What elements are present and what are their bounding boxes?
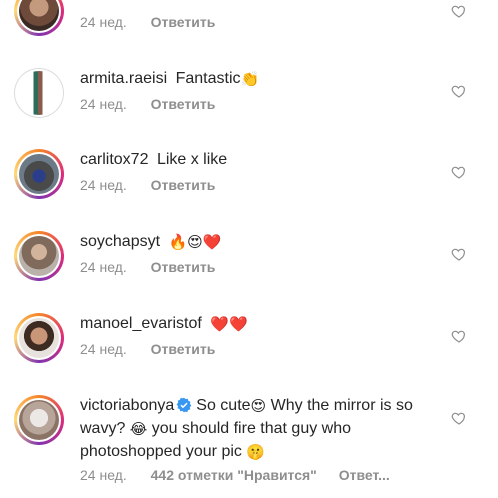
reply-button[interactable]: Ответить (151, 177, 216, 193)
comment-username[interactable]: victoriabonya (80, 397, 174, 414)
comment-text: manoel_evaristof ❤️❤️ (80, 313, 430, 336)
comment-time: 24 нед. (80, 177, 127, 193)
heart-outline-icon[interactable] (451, 164, 467, 180)
comment-meta: 24 нед. Ответить (80, 341, 215, 357)
comment-text: victoriabonya So cute😍 Why the mirror is … (80, 395, 430, 464)
comment-meta: 24 нед. Ответить (80, 96, 215, 112)
avatar[interactable] (14, 313, 64, 363)
comment-body: Fantastic (175, 70, 241, 87)
comment-time: 24 нед. (80, 259, 127, 275)
heart-outline-icon[interactable] (451, 328, 467, 344)
avatar[interactable] (14, 149, 64, 199)
comment-username[interactable]: armita.raeisi (80, 70, 167, 87)
comment-username[interactable]: soychapsyt (80, 233, 160, 250)
heart-outline-icon[interactable] (451, 3, 467, 19)
heart-outline-icon[interactable] (451, 83, 467, 99)
avatar[interactable] (14, 0, 64, 36)
avatar[interactable] (14, 68, 64, 118)
comment-text: carlitox72 Like x like (80, 149, 430, 171)
comment-meta: 24 нед. Ответить (80, 259, 215, 275)
comment-body-part: So cute (196, 397, 251, 414)
likes-count[interactable]: 442 отметки "Нравится" (151, 467, 317, 483)
heart-outline-icon[interactable] (451, 410, 467, 426)
reply-button[interactable]: Ответить (151, 14, 216, 30)
comment-time: 24 нед. (80, 467, 127, 483)
comment-username-partial[interactable] (80, 0, 160, 5)
comment-meta: 24 нед. 442 отметки "Нравится" Ответ... (80, 467, 390, 483)
comment-text: armita.raeisi Fantastic👏 (80, 68, 430, 91)
comment-meta: 24 нед. Ответить (80, 14, 215, 30)
comment-username[interactable]: manoel_evaristof (80, 315, 202, 332)
avatar[interactable] (14, 231, 64, 281)
comment-username[interactable]: carlitox72 (80, 151, 148, 168)
fire-heart-eyes-heart-emoji: 🔥😍❤️ (168, 234, 222, 251)
reply-button[interactable]: Ответ... (339, 467, 390, 483)
laughing-emoji: 😂 (129, 421, 148, 438)
avatar[interactable] (14, 395, 64, 445)
comment-time: 24 нед. (80, 341, 127, 357)
comment-meta: 24 нед. Ответить (80, 177, 215, 193)
hearts-emoji: ❤️❤️ (210, 316, 248, 333)
comment-body: Like x like (156, 151, 228, 168)
comment-text: soychapsyt 🔥😍❤️ (80, 231, 430, 254)
heart-outline-icon[interactable] (451, 246, 467, 262)
reply-button[interactable]: Ответить (151, 96, 216, 112)
clap-emoji: 👏 (240, 71, 260, 88)
comment-time: 24 нед. (80, 14, 127, 30)
verified-badge-icon (176, 397, 192, 413)
comment-time: 24 нед. (80, 96, 127, 112)
shushing-emoji: 🤫 (246, 444, 266, 461)
reply-button[interactable]: Ответить (151, 259, 216, 275)
reply-button[interactable]: Ответить (151, 341, 216, 357)
heart-eyes-emoji: 😍 (250, 398, 267, 415)
